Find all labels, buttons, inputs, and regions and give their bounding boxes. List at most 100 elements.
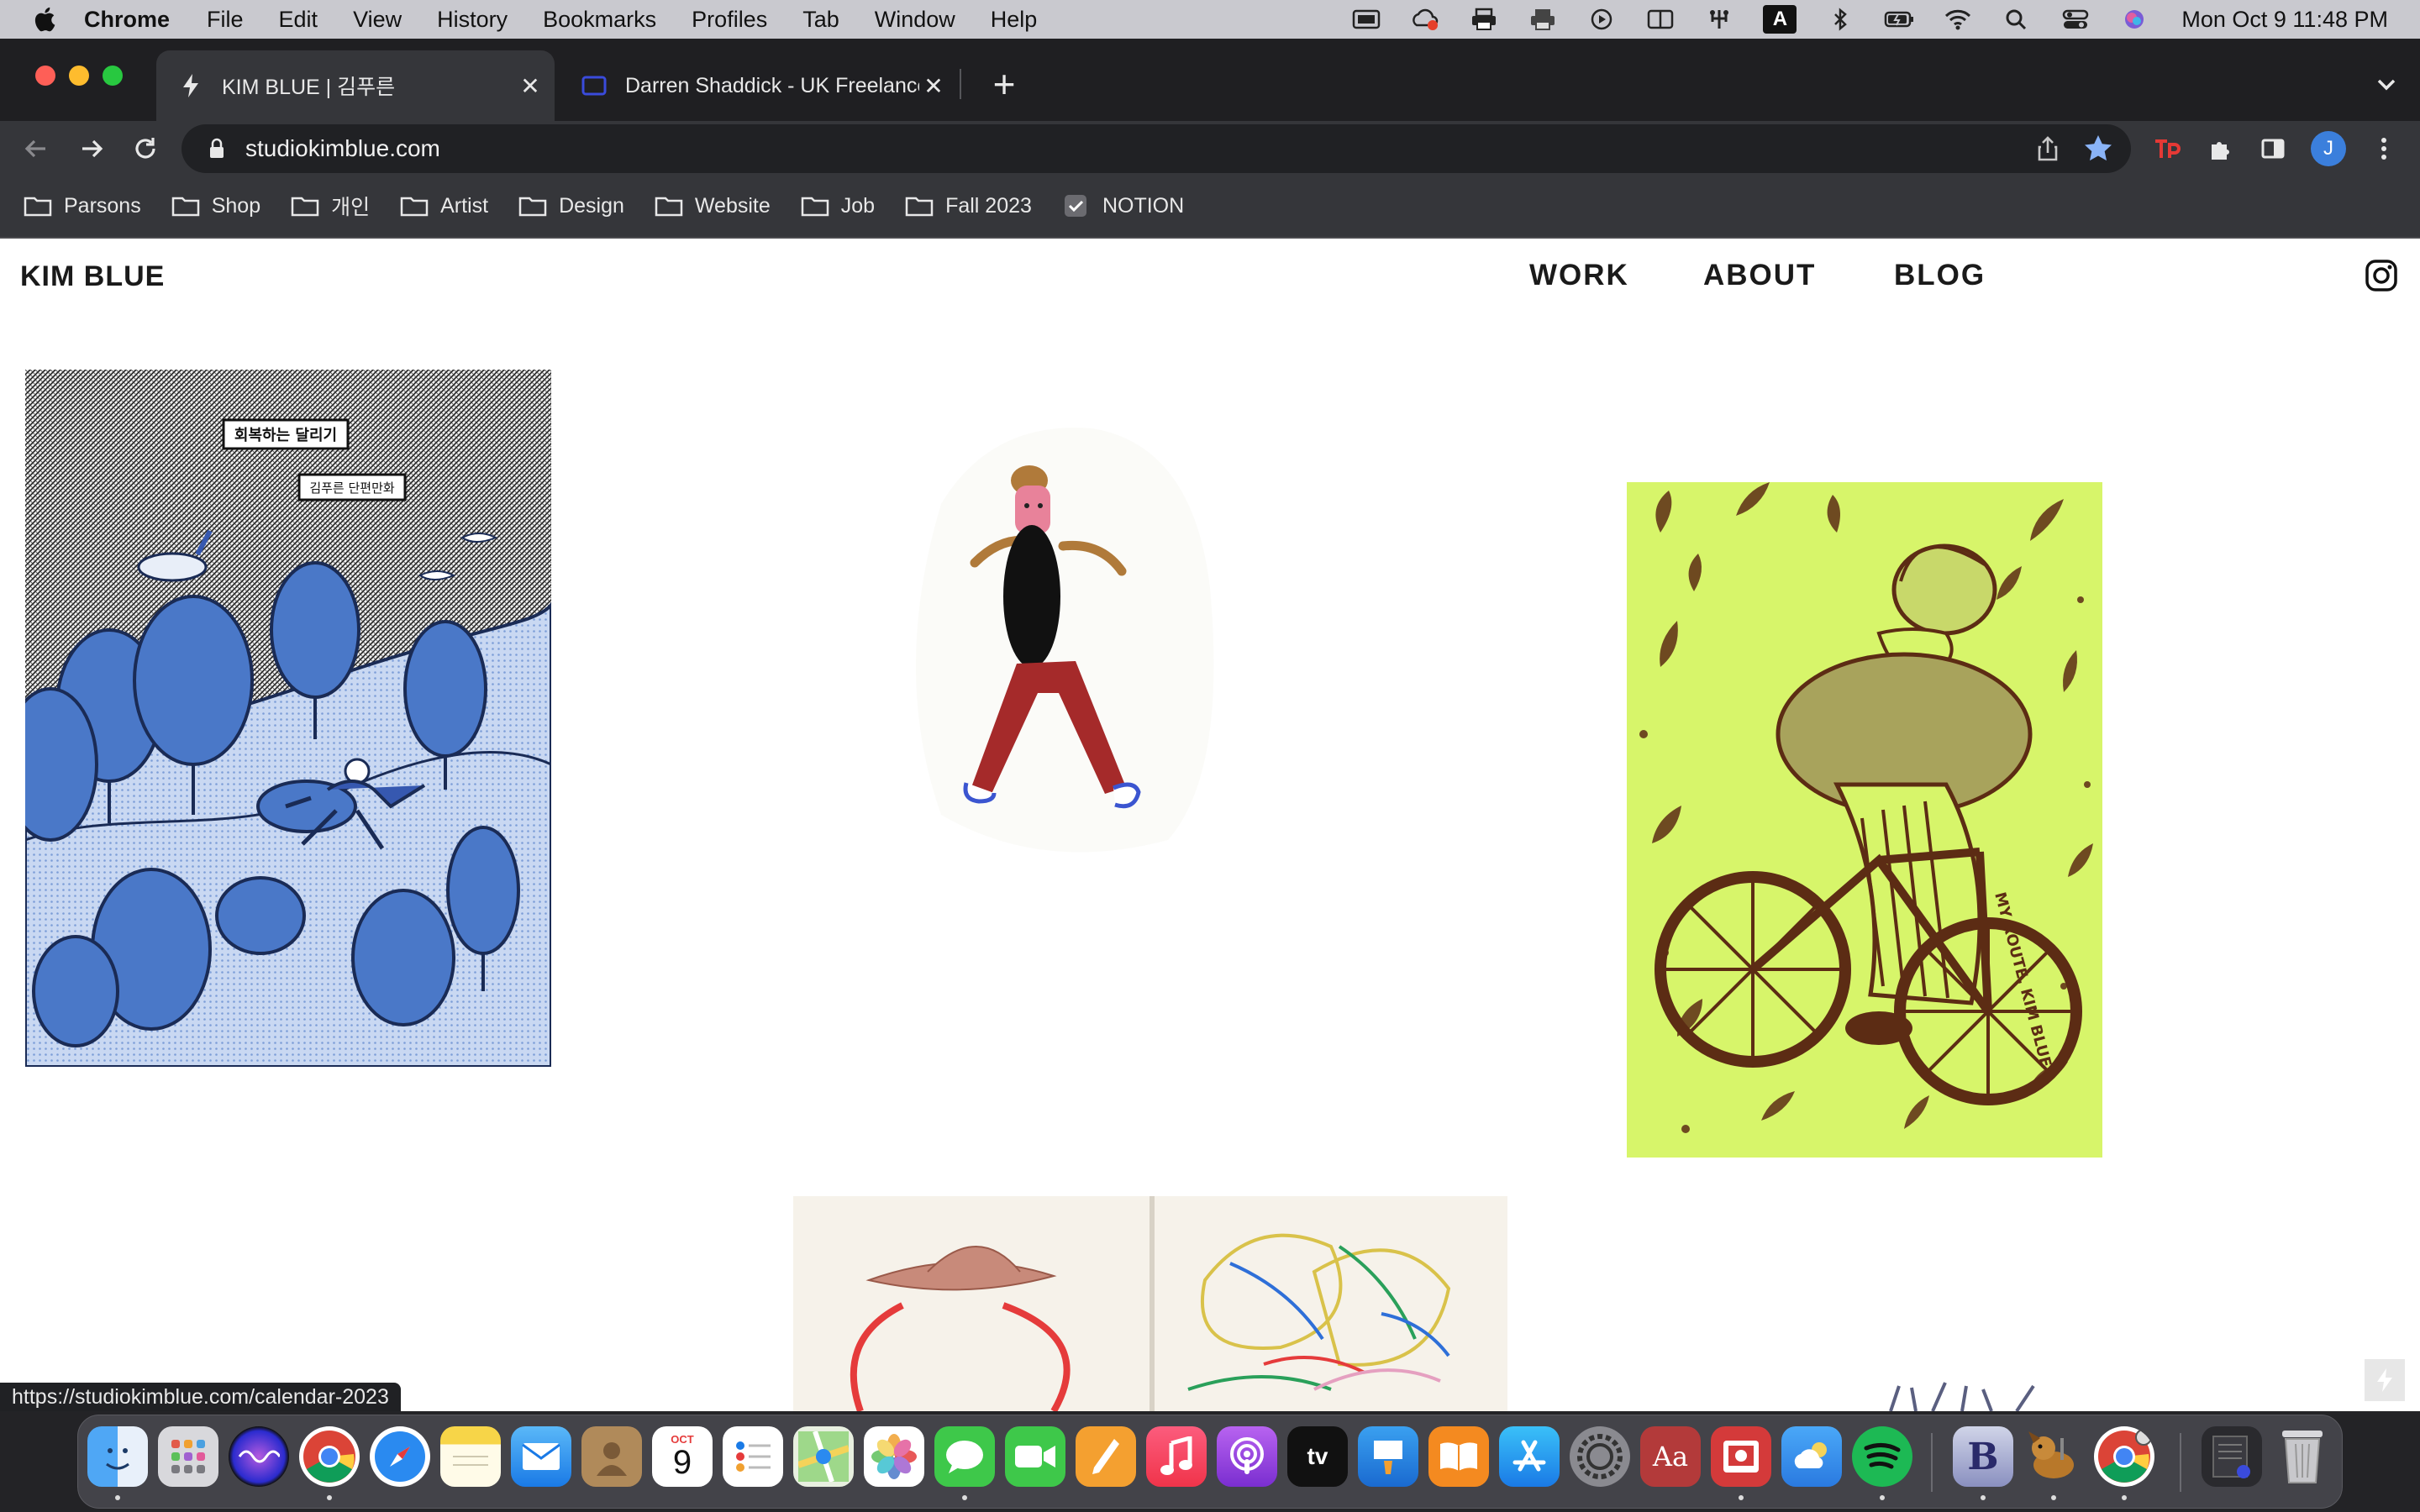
dock-messages[interactable] [934, 1426, 995, 1487]
spotlight-search-icon[interactable] [2002, 7, 2032, 32]
dock-apple-tv[interactable]: tv [1287, 1426, 1348, 1487]
dock-separator [2180, 1433, 2181, 1492]
back-button[interactable] [20, 133, 52, 165]
bookmark-design[interactable]: Design [518, 194, 624, 218]
dock-launchpad[interactable] [158, 1426, 218, 1487]
address-bar[interactable]: studiokimblue.com [182, 124, 2131, 173]
dock-reminders[interactable] [723, 1426, 783, 1487]
wifi-icon[interactable] [1943, 7, 1973, 32]
bolt-badge-button[interactable] [2365, 1359, 2405, 1401]
dock-chrome-profile[interactable] [2094, 1426, 2154, 1487]
artwork-sketchbook[interactable] [793, 1196, 1507, 1411]
profile-avatar[interactable]: J [2311, 131, 2346, 166]
split-view-icon[interactable] [1645, 7, 1676, 32]
bookmark-parsons[interactable]: Parsons [24, 194, 141, 218]
dock-siri[interactable] [229, 1426, 289, 1487]
bookmark-artist[interactable]: Artist [400, 194, 488, 218]
forward-button[interactable] [76, 133, 108, 165]
creative-cloud-icon[interactable] [1410, 7, 1440, 32]
extension-tp-button[interactable] [2151, 133, 2183, 165]
site-logo-title[interactable]: KIM BLUE [20, 260, 165, 293]
artwork-walking-figure[interactable] [891, 420, 1218, 865]
dock-trash[interactable] [2272, 1426, 2333, 1487]
window-minimize-button[interactable] [69, 66, 89, 86]
menu-profiles[interactable]: Profiles [692, 7, 767, 33]
tab-close-icon[interactable]: ✕ [919, 71, 948, 100]
browser-menu-button[interactable] [2368, 133, 2400, 165]
dock-photo-booth[interactable] [1711, 1426, 1771, 1487]
dock-books[interactable] [1428, 1426, 1489, 1487]
bookmark-fall-2023[interactable]: Fall 2023 [905, 194, 1032, 218]
dock-safari[interactable] [370, 1426, 430, 1487]
play-icon[interactable] [1586, 7, 1617, 32]
menu-app-name[interactable]: Chrome [84, 7, 170, 33]
lock-icon[interactable] [205, 137, 229, 160]
printer-2-icon[interactable] [1528, 7, 1558, 32]
artwork-bike-rider[interactable]: MY ROUTE. KIM BLUE [1627, 482, 2102, 1158]
menu-tab[interactable]: Tab [802, 7, 839, 33]
menu-edit[interactable]: Edit [279, 7, 318, 33]
window-zoom-button[interactable] [103, 66, 123, 86]
dock-keynote[interactable] [1358, 1426, 1418, 1487]
dock-finder[interactable] [87, 1426, 148, 1487]
menu-help[interactable]: Help [991, 7, 1038, 33]
dock-photos[interactable] [864, 1426, 924, 1487]
dock-spotify[interactable] [1852, 1426, 1912, 1487]
battery-icon[interactable] [1884, 7, 1914, 32]
dock-weather[interactable] [1781, 1426, 1842, 1487]
dock-system-settings[interactable] [1570, 1426, 1630, 1487]
share-icon[interactable] [2033, 134, 2062, 163]
dock-app-store[interactable] [1499, 1426, 1560, 1487]
control-center-icon[interactable] [2060, 7, 2091, 32]
window-close-button[interactable] [35, 66, 55, 86]
display-icon[interactable] [1351, 7, 1381, 32]
printer-icon[interactable] [1469, 7, 1499, 32]
tab-kim-blue[interactable]: KIM BLUE | 김푸른 ✕ [156, 50, 555, 121]
new-tab-button[interactable]: + [983, 64, 1025, 106]
extensions-button[interactable] [2205, 133, 2237, 165]
input-source-icon[interactable]: A [1763, 5, 1797, 34]
apple-icon[interactable] [32, 5, 60, 34]
menu-view[interactable]: View [353, 7, 402, 33]
tree-icon[interactable] [1704, 7, 1734, 32]
bookmark-notion[interactable]: NOTION [1062, 194, 1184, 218]
nav-about[interactable]: ABOUT [1703, 259, 1816, 292]
dock-downloads-stack[interactable] [2202, 1426, 2262, 1487]
folder-icon [171, 197, 199, 217]
tab-darren-shaddick[interactable]: Darren Shaddick - UK Freelance ✕ [560, 50, 958, 121]
menu-history[interactable]: History [437, 7, 508, 33]
menu-bookmarks[interactable]: Bookmarks [543, 7, 656, 33]
bookmark-shop[interactable]: Shop [171, 194, 260, 218]
bookmark-personal[interactable]: 개인 [291, 191, 370, 221]
side-panel-button[interactable] [2257, 133, 2289, 165]
bluetooth-icon[interactable] [1825, 7, 1855, 32]
bookmark-star-icon[interactable] [2082, 133, 2114, 165]
dock-pages[interactable] [1076, 1426, 1136, 1487]
tab-close-icon[interactable]: ✕ [516, 71, 544, 100]
artwork-running-comic[interactable]: 회복하는 달리기 김푸른 단편만화 [25, 370, 551, 1067]
dock-calendar[interactable]: OCT 9 [652, 1426, 713, 1487]
dock-bbedit[interactable]: B [1953, 1426, 2013, 1487]
menu-window[interactable]: Window [875, 7, 955, 33]
nav-work[interactable]: WORK [1529, 259, 1629, 292]
dock-chrome[interactable] [299, 1426, 360, 1487]
dock-dog-app[interactable] [2023, 1426, 2084, 1487]
dock-podcasts[interactable] [1217, 1426, 1277, 1487]
dock-contacts[interactable] [581, 1426, 642, 1487]
bookmark-label: NOTION [1102, 193, 1185, 218]
bookmark-job[interactable]: Job [801, 194, 875, 218]
menu-file[interactable]: File [207, 7, 244, 33]
dock-music[interactable] [1146, 1426, 1207, 1487]
dock-maps[interactable] [793, 1426, 854, 1487]
dock-mail[interactable] [511, 1426, 571, 1487]
tab-search-chevron-icon[interactable] [2371, 69, 2402, 99]
instagram-icon[interactable] [2365, 259, 2398, 292]
nav-blog[interactable]: BLOG [1894, 259, 1986, 292]
dock-facetime[interactable] [1005, 1426, 1065, 1487]
bookmark-website[interactable]: Website [655, 194, 771, 218]
menu-bar-clock[interactable]: Mon Oct 9 11:48 PM [2181, 7, 2388, 33]
dock-dictionary[interactable]: Aa [1640, 1426, 1701, 1487]
reload-button[interactable] [129, 133, 161, 165]
dock-notes[interactable] [440, 1426, 501, 1487]
siri-icon[interactable] [2119, 7, 2149, 32]
